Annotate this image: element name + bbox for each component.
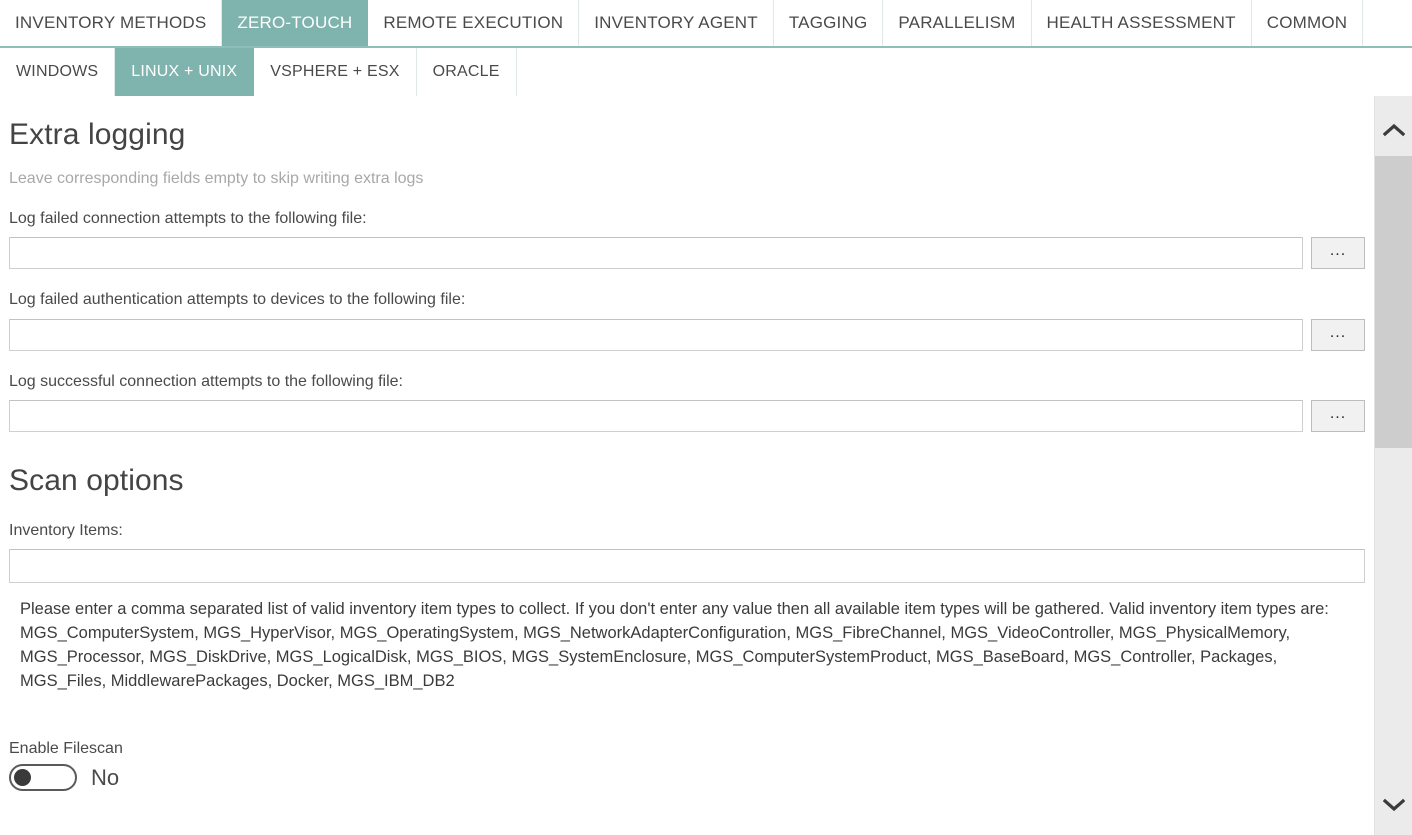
primary-tab-bar-filler xyxy=(1363,0,1412,46)
tab-label: COMMON xyxy=(1267,13,1348,33)
tab-label: VSPHERE + ESX xyxy=(270,63,399,81)
failed-auth-log-input[interactable] xyxy=(9,319,1303,351)
successful-connection-log-label: Log successful connection attempts to th… xyxy=(9,372,1365,391)
failed-auth-log-browse-button[interactable]: ... xyxy=(1311,319,1365,351)
extra-logging-heading: Extra logging xyxy=(9,96,1365,151)
secondary-tab-bar: WINDOWS LINUX + UNIX VSPHERE + ESX ORACL… xyxy=(0,48,1412,98)
ellipsis-icon: ... xyxy=(1330,325,1346,341)
tab-common[interactable]: COMMON xyxy=(1252,0,1364,46)
tab-label: PARALLELISM xyxy=(898,13,1015,33)
tab-label: ZERO-TOUCH xyxy=(237,13,352,33)
tab-label: TAGGING xyxy=(789,13,868,33)
extra-logging-note: Leave corresponding fields empty to skip… xyxy=(9,169,1365,188)
successful-connection-log-browse-button[interactable]: ... xyxy=(1311,400,1365,432)
tab-oracle[interactable]: ORACLE xyxy=(417,48,517,96)
tab-linux-unix[interactable]: LINUX + UNIX xyxy=(115,48,254,96)
failed-auth-log-label: Log failed authentication attempts to de… xyxy=(9,290,1365,309)
tab-label: HEALTH ASSESSMENT xyxy=(1047,13,1236,33)
tab-health-assessment[interactable]: HEALTH ASSESSMENT xyxy=(1032,0,1252,46)
scrollbar-track[interactable] xyxy=(1375,156,1412,779)
failed-auth-log-row: ... xyxy=(9,319,1365,351)
toggle-knob xyxy=(14,769,31,786)
scan-options-heading: Scan options xyxy=(9,432,1365,497)
inventory-items-input[interactable] xyxy=(9,549,1365,583)
enable-filescan-label: Enable Filescan xyxy=(9,739,1365,758)
zero-touch-settings-page: INVENTORY METHODS ZERO-TOUCH REMOTE EXEC… xyxy=(0,0,1412,835)
tab-label: REMOTE EXECUTION xyxy=(383,13,563,33)
secondary-tab-bar-filler xyxy=(517,48,1412,96)
tab-label: INVENTORY AGENT xyxy=(594,13,758,33)
tab-label: ORACLE xyxy=(433,63,500,81)
scrollbar-thumb[interactable] xyxy=(1375,156,1412,448)
enable-filescan-value: No xyxy=(91,767,119,789)
settings-content-pane: Extra logging Leave corresponding fields… xyxy=(0,96,1374,835)
tab-remote-execution[interactable]: REMOTE EXECUTION xyxy=(368,0,579,46)
enable-filescan-toggle[interactable] xyxy=(9,764,77,791)
tab-inventory-agent[interactable]: INVENTORY AGENT xyxy=(579,0,774,46)
successful-connection-log-row: ... xyxy=(9,400,1365,432)
inventory-items-row xyxy=(9,549,1365,583)
tab-inventory-methods[interactable]: INVENTORY METHODS xyxy=(0,0,222,46)
chevron-up-icon xyxy=(1383,123,1405,137)
failed-connection-log-label: Log failed connection attempts to the fo… xyxy=(9,209,1365,228)
primary-tab-bar: INVENTORY METHODS ZERO-TOUCH REMOTE EXEC… xyxy=(0,0,1412,48)
enable-filescan-row: No xyxy=(9,764,1365,791)
inventory-items-label: Inventory Items: xyxy=(9,521,1365,540)
tab-label: LINUX + UNIX xyxy=(131,63,237,81)
chevron-down-icon xyxy=(1383,798,1405,812)
failed-connection-log-browse-button[interactable]: ... xyxy=(1311,237,1365,269)
content-scrollbar[interactable] xyxy=(1374,96,1412,835)
tab-zero-touch[interactable]: ZERO-TOUCH xyxy=(222,0,368,46)
ellipsis-icon: ... xyxy=(1330,406,1346,422)
tab-windows[interactable]: WINDOWS xyxy=(0,48,115,96)
scrollbar-up-button[interactable] xyxy=(1375,104,1412,156)
tab-label: INVENTORY METHODS xyxy=(15,13,206,33)
failed-connection-log-row: ... xyxy=(9,237,1365,269)
inventory-items-help-text: Please enter a comma separated list of v… xyxy=(9,597,1365,693)
tab-vsphere-esx[interactable]: VSPHERE + ESX xyxy=(254,48,416,96)
ellipsis-icon: ... xyxy=(1330,243,1346,259)
scrollbar-down-button[interactable] xyxy=(1375,779,1412,831)
tab-label: WINDOWS xyxy=(16,63,98,81)
tab-tagging[interactable]: TAGGING xyxy=(774,0,884,46)
failed-connection-log-input[interactable] xyxy=(9,237,1303,269)
tab-parallelism[interactable]: PARALLELISM xyxy=(883,0,1031,46)
successful-connection-log-input[interactable] xyxy=(9,400,1303,432)
